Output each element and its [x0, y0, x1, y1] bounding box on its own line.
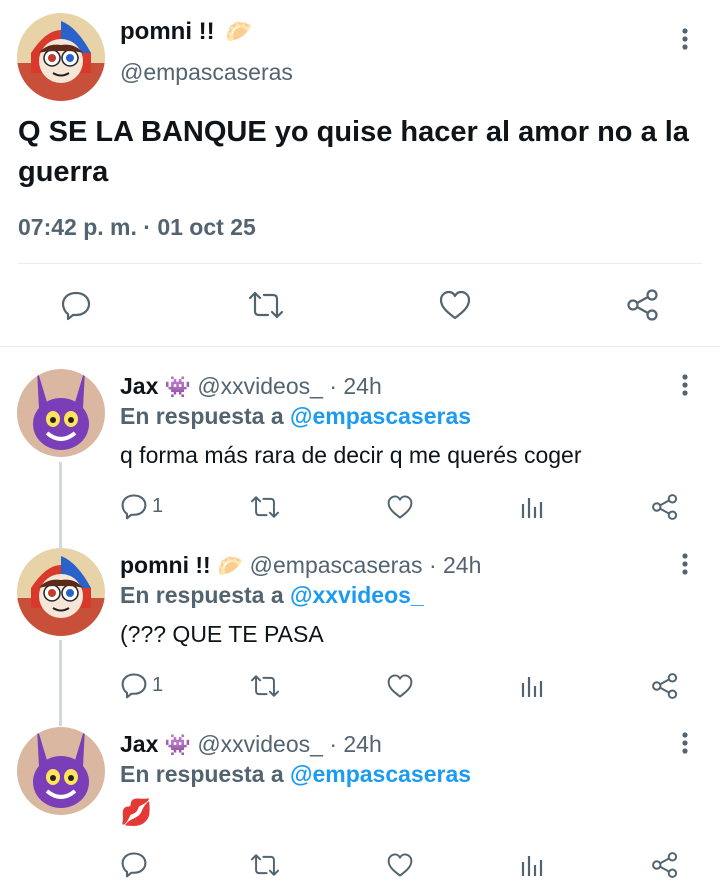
reply-avatar[interactable]: [17, 727, 105, 815]
reply-count: 1: [152, 673, 164, 696]
main-retweet-icon[interactable]: [248, 289, 284, 321]
reply-icon: [121, 673, 147, 699]
retweet-icon[interactable]: [250, 852, 280, 878]
reply-icon: [121, 852, 147, 878]
reply-author-handle[interactable]: @xxvideos_: [197, 731, 323, 757]
main-author-name[interactable]: pomni !!: [120, 18, 215, 45]
in-response-handle-link[interactable]: @empascaseras: [290, 403, 471, 429]
main-divider: [18, 263, 702, 264]
pomni-avatar-icon: [17, 13, 105, 101]
main-author-handle[interactable]: @empascaseras: [120, 59, 293, 86]
alien-monster-emoji-icon: 👾: [164, 734, 191, 757]
main-author-avatar[interactable]: [17, 13, 105, 101]
reply-in-response-to: En respuesta a @empascaseras: [120, 403, 471, 430]
main-share-icon[interactable]: [626, 288, 660, 322]
reply-author-name[interactable]: Jax: [120, 373, 158, 399]
main-tweet-timestamp[interactable]: 07:42 p. m. · 01 oct 25: [18, 214, 256, 241]
reply-time: · 24h: [329, 373, 382, 399]
analytics-icon[interactable]: [520, 494, 544, 520]
in-response-handle-link[interactable]: @xxvideos_: [290, 582, 424, 608]
reply-avatar[interactable]: [17, 369, 105, 457]
analytics-icon[interactable]: [520, 673, 544, 699]
reply-author-handle[interactable]: @xxvideos_: [197, 373, 323, 399]
main-more-options-icon[interactable]: [670, 24, 700, 54]
reply-header: Jax 👾 @xxvideos_ · 24h: [120, 730, 382, 760]
reply-reply-button[interactable]: [120, 850, 152, 878]
main-tweet-text: Q SE LA BANQUE yo quise hacer al amor no…: [18, 116, 689, 188]
reply-count: 1: [152, 494, 164, 517]
reply-header: Jax 👾 @xxvideos_ · 24h: [120, 372, 382, 402]
share-icon[interactable]: [651, 672, 679, 700]
reply-text: q forma más rara de decir q me querés co…: [120, 442, 582, 468]
reply-icon: [121, 494, 147, 520]
thread-connector-line: [59, 462, 62, 548]
thread-connector-line: [59, 640, 62, 726]
reply-author-name[interactable]: pomni !!: [120, 552, 211, 578]
like-icon[interactable]: [386, 673, 414, 699]
in-response-handle-link[interactable]: @empascaseras: [290, 761, 471, 787]
reply-in-response-to: En respuesta a @xxvideos_: [120, 582, 424, 609]
reply-in-response-to: En respuesta a @empascaseras: [120, 761, 471, 788]
main-like-icon[interactable]: [438, 289, 472, 321]
share-icon[interactable]: [651, 851, 679, 879]
reply-text: (??? QUE TE PASA: [120, 621, 324, 647]
reply-reply-button[interactable]: 1: [120, 492, 163, 520]
reply-more-options-icon[interactable]: [670, 728, 700, 758]
dumpling-emoji-icon: 🥟: [225, 19, 253, 44]
jax-avatar-icon: [17, 727, 105, 815]
retweet-icon[interactable]: [250, 494, 280, 520]
main-reply-icon[interactable]: [60, 289, 92, 321]
like-icon[interactable]: [386, 494, 414, 520]
in-response-label: En respuesta a: [120, 761, 284, 787]
alien-monster-emoji-icon: 👾: [164, 376, 191, 399]
pomni-avatar-icon: [17, 548, 105, 636]
in-response-label: En respuesta a: [120, 582, 284, 608]
share-icon[interactable]: [651, 493, 679, 521]
dumpling-emoji-icon: 🥟: [217, 555, 244, 578]
section-divider: [0, 346, 720, 347]
retweet-icon[interactable]: [250, 673, 280, 699]
reply-author-name[interactable]: Jax: [120, 731, 158, 757]
analytics-icon[interactable]: [520, 852, 544, 878]
reply-more-options-icon[interactable]: [670, 370, 700, 400]
reply-more-options-icon[interactable]: [670, 549, 700, 579]
reply-time: · 24h: [428, 552, 482, 578]
reply-author-handle[interactable]: @empascaseras: [250, 552, 423, 578]
reply-avatar[interactable]: [17, 548, 105, 636]
reply-text-kiss-emoji: 💋: [120, 797, 153, 827]
jax-avatar-icon: [17, 369, 105, 457]
main-author-name-row: pomni !! 🥟: [120, 18, 253, 46]
reply-time: · 24h: [329, 731, 382, 757]
reply-header: pomni !! 🥟 @empascaseras · 24h: [120, 551, 481, 581]
in-response-label: En respuesta a: [120, 403, 284, 429]
reply-reply-button[interactable]: 1: [120, 671, 163, 699]
like-icon[interactable]: [386, 852, 414, 878]
